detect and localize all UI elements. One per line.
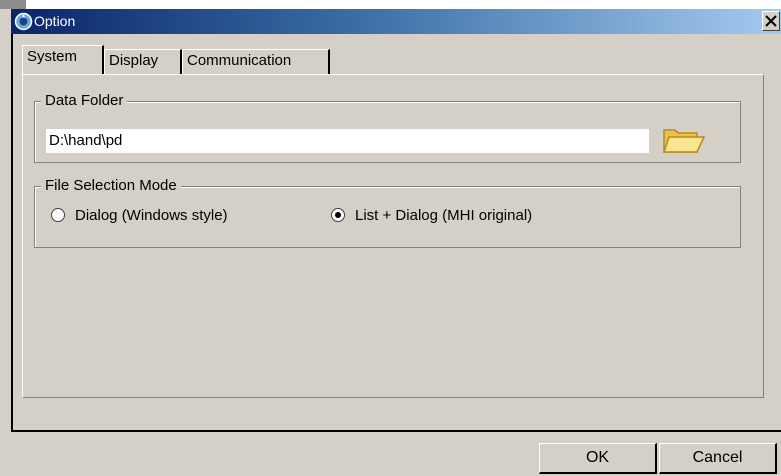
tab-page-system: Data Folder D:\hand\pd File Selection Mo… [22,74,764,398]
window-title: Option [34,13,76,29]
ok-button[interactable]: OK [539,443,657,474]
file-selection-mode-group: File Selection Mode Dialog (Windows styl… [34,177,741,248]
radio-button-checked[interactable] [331,208,345,223]
radio-list-dialog-label: List + Dialog (MHI original) [355,207,533,224]
dialog-left-edge [11,34,13,432]
top-strip [0,0,781,9]
tab-communication-label: Communication [187,52,292,69]
taskbar-icon [0,0,26,9]
data-folder-label: Data Folder [41,92,128,110]
tab-system-label: System [27,48,78,65]
close-icon [765,15,777,27]
tab-display[interactable]: Display [104,49,182,74]
app-icon [14,12,33,31]
file-selection-mode-label: File Selection Mode [41,177,181,195]
title-bar[interactable]: Option [11,9,781,34]
browse-folder-button[interactable] [661,122,707,160]
radio-list-dialog[interactable]: List + Dialog (MHI original) [331,206,532,226]
radio-dialog-windows[interactable]: Dialog (Windows style) [51,206,228,226]
radio-dialog-windows-label: Dialog (Windows style) [75,207,228,224]
data-folder-input[interactable]: D:\hand\pd [46,129,649,153]
data-folder-group: Data Folder D:\hand\pd [34,92,741,163]
tab-system[interactable]: System [22,45,104,74]
cancel-button[interactable]: Cancel [659,443,777,474]
close-button[interactable] [762,11,780,31]
tab-communication[interactable]: Communication [182,49,330,74]
folder-icon [662,129,706,153]
tab-display-label: Display [109,52,159,69]
radio-button[interactable] [51,208,65,223]
